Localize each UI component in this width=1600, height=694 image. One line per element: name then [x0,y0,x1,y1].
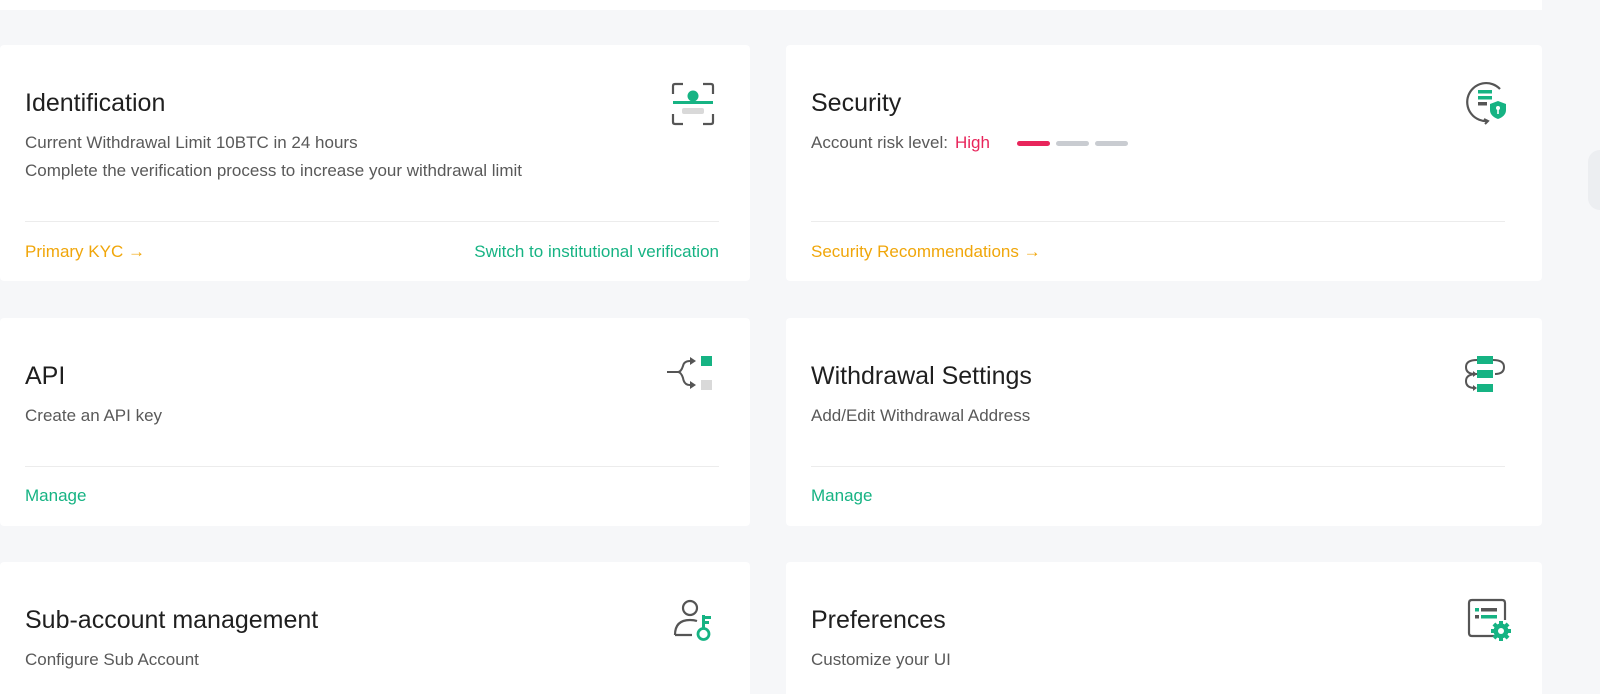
risk-bar-3 [1094,141,1128,147]
security-recommendations-link[interactable]: Security Recommendations → [811,242,1041,262]
risk-level-meter [1016,141,1128,147]
sub-account-description: Configure Sub Account [25,650,199,669]
withdrawal-flow-icon [1464,356,1506,392]
withdrawal-settings-title: Withdrawal Settings [811,362,1032,390]
identification-title: Identification [25,89,166,117]
sub-account-title: Sub-account management [25,606,319,634]
top-card-edge [0,0,1542,10]
identification-divider [25,221,719,222]
withdrawal-settings-card: Withdrawal Settings Add/Edit Withdrawal … [786,318,1542,526]
risk-level-value: High [955,133,990,152]
primary-kyc-link[interactable]: Primary KYC → [25,242,145,262]
withdrawal-settings-description: Add/Edit Withdrawal Address [811,406,1031,425]
risk-bar-1 [1016,141,1050,147]
user-key-icon [673,599,711,641]
side-panel-tab[interactable] [1588,150,1600,210]
face-scan-icon [671,82,715,126]
withdrawal-settings-divider [811,466,1505,467]
security-card: Security Account risk level: High Securit… [786,45,1542,281]
verification-hint-text: Complete the verification process to inc… [25,161,522,180]
preferences-description: Customize your UI [811,650,951,669]
withdrawal-manage-link[interactable]: Manage [811,486,872,506]
account-center: Identification Current Withdrawal Limit … [0,0,1600,694]
api-description: Create an API key [25,406,163,425]
security-title: Security [811,89,902,117]
api-card: API Create an API key Manage [0,318,750,526]
institutional-verification-link[interactable]: Switch to institutional verification [474,242,719,262]
api-title: API [25,362,66,390]
preferences-card: Preferences Customize your UI [786,562,1542,694]
withdrawal-limit-text: Current Withdrawal Limit 10BTC in 24 hou… [25,133,358,152]
api-divider [25,466,719,467]
risk-level-label: Account risk level: [811,133,948,152]
identification-card: Identification Current Withdrawal Limit … [0,45,750,281]
sub-account-card: Sub-account management Configure Sub Acc… [0,562,750,694]
risk-level-row: Account risk level: High [811,129,1128,157]
api-branch-icon [667,356,712,390]
security-divider [811,221,1505,222]
risk-bar-2 [1055,141,1089,147]
preferences-title: Preferences [811,606,946,634]
api-manage-link[interactable]: Manage [25,486,86,506]
shield-document-icon [1466,82,1506,125]
settings-document-icon [1467,598,1511,641]
